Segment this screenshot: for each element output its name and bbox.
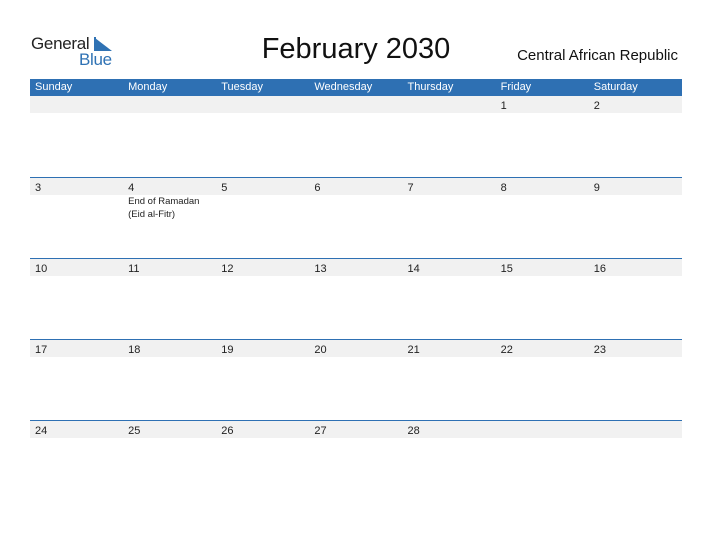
- day-number: 12: [221, 263, 234, 275]
- day-number: 13: [314, 263, 327, 275]
- day-cell: [30, 96, 123, 113]
- day-cell: 21: [403, 340, 496, 357]
- day-number: 24: [35, 425, 48, 437]
- day-number: 19: [221, 344, 234, 356]
- day-number: 10: [35, 263, 48, 275]
- day-cell: 5: [216, 178, 309, 195]
- day-cell: 19: [216, 340, 309, 357]
- day-number: 3: [35, 182, 42, 194]
- day-cell: 17: [30, 340, 123, 357]
- date-strip: 10 11 12 13 14 15 16: [30, 259, 682, 276]
- weekday-sunday: Sunday: [35, 81, 73, 93]
- day-cell: 2: [589, 96, 682, 113]
- day-number: 5: [221, 182, 228, 194]
- date-strip: 24 25 26 27 28: [30, 421, 682, 438]
- day-number: 18: [128, 344, 141, 356]
- day-cell: 14: [403, 259, 496, 276]
- day-cell: 18: [123, 340, 216, 357]
- weekday-friday: Friday: [500, 81, 532, 93]
- holiday-name: End of Ramadan: [128, 196, 200, 207]
- day-cell: 4 End of Ramadan (Eid al-Fitr): [123, 178, 216, 220]
- day-number: 16: [593, 263, 606, 275]
- day-number: 9: [593, 182, 600, 194]
- day-number: 11: [128, 263, 140, 275]
- day-number: 22: [500, 344, 513, 356]
- day-number: 4: [128, 182, 135, 194]
- day-cell: 8: [496, 178, 589, 195]
- day-number: 2: [593, 100, 600, 112]
- weekday-tuesday: Tuesday: [221, 81, 264, 93]
- week-row: 17 18 19 20 21 22 23: [30, 339, 682, 420]
- date-strip: 3 4 End of Ramadan (Eid al-Fitr) 5 6 7 8…: [30, 178, 682, 220]
- weekday-wednesday: Wednesday: [314, 81, 373, 93]
- weekday-thursday: Thursday: [407, 81, 454, 93]
- date-strip: 1 2: [30, 96, 682, 113]
- day-cell: 3: [30, 178, 123, 195]
- day-number: 26: [221, 425, 234, 437]
- day-number: 20: [314, 344, 327, 356]
- day-cell: [403, 96, 496, 113]
- week-row: 3 4 End of Ramadan (Eid al-Fitr) 5 6 7 8…: [30, 177, 682, 258]
- day-cell: 13: [309, 259, 402, 276]
- day-number: 23: [593, 344, 606, 356]
- day-cell: 16: [589, 259, 682, 276]
- day-number: 21: [407, 344, 420, 356]
- day-cell: 12: [216, 259, 309, 276]
- day-number: 14: [407, 263, 420, 275]
- day-cell: 26: [216, 421, 309, 438]
- weekday-saturday: Saturday: [593, 81, 638, 93]
- day-cell: 11: [123, 259, 216, 276]
- weekday-monday: Monday: [128, 81, 168, 93]
- day-number: 8: [500, 182, 507, 194]
- holiday-event: End of Ramadan (Eid al-Fitr): [128, 195, 199, 221]
- day-cell: 22: [496, 340, 589, 357]
- day-cell: 9: [589, 178, 682, 195]
- week-row: 1 2: [30, 96, 682, 177]
- day-number: 17: [35, 344, 48, 356]
- calendar-grid: Sunday Monday Tuesday Wednesday Thursday…: [30, 79, 682, 501]
- day-cell: [123, 96, 216, 113]
- day-number: 15: [500, 263, 513, 275]
- day-number: 1: [500, 100, 507, 112]
- day-cell: 10: [30, 259, 123, 276]
- weekday-header: Sunday Monday Tuesday Wednesday Thursday…: [30, 79, 682, 96]
- day-cell: 23: [589, 340, 682, 357]
- day-cell: [309, 96, 402, 113]
- day-cell: 20: [309, 340, 402, 357]
- day-number: 28: [407, 425, 420, 437]
- day-cell: 7: [403, 178, 496, 195]
- day-cell: [216, 96, 309, 113]
- day-cell: 24: [30, 421, 123, 438]
- day-cell: 6: [309, 178, 402, 195]
- day-cell: 25: [123, 421, 216, 438]
- day-number: 25: [128, 425, 141, 437]
- country-label: Central African Republic: [517, 47, 678, 64]
- holiday-subname: (Eid al-Fitr): [128, 209, 176, 220]
- day-cell: 15: [496, 259, 589, 276]
- day-number: 7: [407, 182, 414, 194]
- day-cell: 1: [496, 96, 589, 113]
- day-cell: 28: [403, 421, 496, 438]
- day-cell: [589, 421, 682, 438]
- day-cell: [496, 421, 589, 438]
- day-number: 27: [314, 425, 327, 437]
- day-number: 6: [314, 182, 321, 194]
- week-row: 10 11 12 13 14 15 16: [30, 258, 682, 339]
- week-row: 24 25 26 27 28: [30, 420, 682, 501]
- day-cell: 27: [309, 421, 402, 438]
- date-strip: 17 18 19 20 21 22 23: [30, 340, 682, 357]
